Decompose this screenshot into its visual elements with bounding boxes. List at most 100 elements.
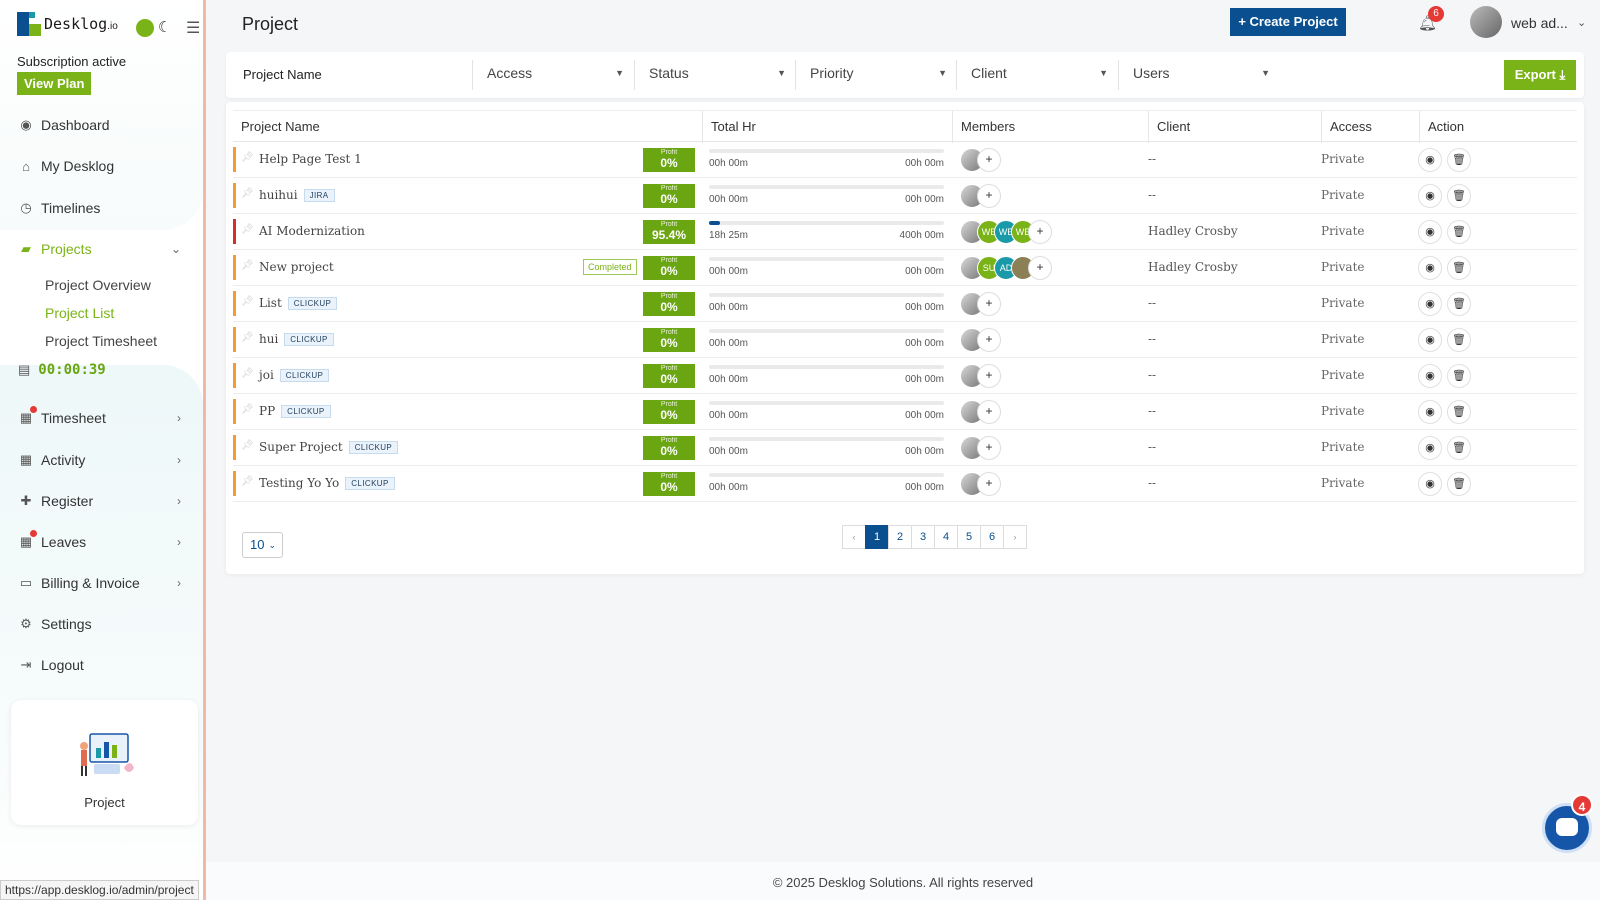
sidebar-subitem-project-overview[interactable]: Project Overview <box>45 277 151 293</box>
project-name[interactable]: joi CLICKUP <box>259 368 330 382</box>
pin-icon[interactable]: 📌︎ <box>241 260 254 271</box>
add-member-button[interactable]: + <box>977 364 1001 388</box>
project-name[interactable]: New project <box>259 260 334 274</box>
pin-icon[interactable]: 📌︎ <box>241 224 254 235</box>
create-project-button[interactable]: + Create Project <box>1230 8 1346 36</box>
sidebar-item-settings[interactable]: ⚙ Settings <box>0 612 203 636</box>
delete-button[interactable]: 🗑︎ <box>1447 256 1471 280</box>
table-row[interactable]: 📌︎ AI Modernization Profit 95.4% 18h 25m 400h… <box>233 214 1577 250</box>
delete-button[interactable]: 🗑︎ <box>1447 364 1471 388</box>
project-name-filter[interactable]: Project Name <box>243 67 322 82</box>
table-row[interactable]: 📌︎ Help Page Test 1 Profit 0% 00h 00m 00h 00m… <box>233 142 1577 178</box>
delete-button[interactable]: 🗑︎ <box>1447 328 1471 352</box>
table-row[interactable]: 📌︎ List CLICKUP Profit 0% 00h 00m 00h 00m + -- Pr… <box>233 286 1577 322</box>
sidebar-subitem-project-timesheet[interactable]: Project Timesheet <box>45 333 157 349</box>
status-filter[interactable]: Status ▼ <box>634 60 794 90</box>
sidebar-item-timelines[interactable]: ◷ Timelines <box>0 196 203 220</box>
view-button[interactable]: ◉ <box>1418 184 1442 208</box>
project-name[interactable]: Testing Yo Yo CLICKUP <box>259 476 395 490</box>
add-member-button[interactable]: + <box>977 400 1001 424</box>
project-name[interactable]: huihui JIRA <box>259 188 335 202</box>
view-button[interactable]: ◉ <box>1418 292 1442 316</box>
sidebar-item-timesheet[interactable]: ▦ Timesheet › <box>0 406 203 430</box>
table-row[interactable]: 📌︎ Testing Yo Yo CLICKUP Profit 0% 00h 00m 00h… <box>233 466 1577 502</box>
project-name[interactable]: hui CLICKUP <box>259 332 334 346</box>
page-3-button[interactable]: 3 <box>911 525 935 549</box>
pin-icon[interactable]: 📌︎ <box>241 152 254 163</box>
view-button[interactable]: ◉ <box>1418 436 1442 460</box>
page-4-button[interactable]: 4 <box>934 525 958 549</box>
pin-icon[interactable]: 📌︎ <box>241 188 254 199</box>
users-filter[interactable]: Users ▼ <box>1118 60 1278 90</box>
page-2-button[interactable]: 2 <box>888 525 912 549</box>
add-member-button[interactable]: + <box>977 436 1001 460</box>
table-row[interactable]: 📌︎ PP CLICKUP Profit 0% 00h 00m 00h 00m + -- Priv… <box>233 394 1577 430</box>
project-name[interactable]: AI Modernization <box>259 224 365 238</box>
running-timer[interactable]: ▤ 00:00:39 <box>0 360 203 380</box>
delete-button[interactable]: 🗑︎ <box>1447 148 1471 172</box>
add-member-button[interactable]: + <box>1028 220 1052 244</box>
avatar[interactable] <box>1470 6 1502 38</box>
chat-button[interactable]: 4 <box>1542 794 1593 853</box>
view-button[interactable]: ◉ <box>1418 220 1442 244</box>
prev-page-button[interactable]: ‹ <box>842 525 866 549</box>
pin-icon[interactable]: 📌︎ <box>241 476 254 487</box>
view-button[interactable]: ◉ <box>1418 256 1442 280</box>
delete-button[interactable]: 🗑︎ <box>1447 292 1471 316</box>
delete-button[interactable]: 🗑︎ <box>1447 184 1471 208</box>
table-row[interactable]: 📌︎ Super Project CLICKUP Profit 0% 00h 00m 00h… <box>233 430 1577 466</box>
chevron-down-icon[interactable]: ⌄ <box>1577 16 1586 29</box>
brand-logo[interactable]: Desklog.io <box>17 12 118 36</box>
per-page-select[interactable]: 10 ⌄ <box>242 532 283 558</box>
pin-icon[interactable]: 📌︎ <box>241 296 254 307</box>
sidebar-item-my-desklog[interactable]: ⌂ My Desklog <box>0 154 203 178</box>
project-name[interactable]: Super Project CLICKUP <box>259 440 399 454</box>
sidebar-subitem-project-list[interactable]: Project List <box>45 305 114 321</box>
delete-button[interactable]: 🗑︎ <box>1447 436 1471 460</box>
delete-button[interactable]: 🗑︎ <box>1447 220 1471 244</box>
project-name[interactable]: Help Page Test 1 <box>259 152 362 166</box>
access-filter[interactable]: Access ▼ <box>472 60 632 90</box>
next-page-button[interactable]: › <box>1003 525 1027 549</box>
view-button[interactable]: ◉ <box>1418 328 1442 352</box>
view-button[interactable]: ◉ <box>1418 364 1442 388</box>
view-button[interactable]: ◉ <box>1418 472 1442 496</box>
view-button[interactable]: ◉ <box>1418 400 1442 424</box>
pin-icon[interactable]: 📌︎ <box>241 332 254 343</box>
page-1-button[interactable]: 1 <box>865 525 889 549</box>
sidebar-item-projects[interactable]: ▰ Projects ⌄ <box>0 237 203 261</box>
pin-icon[interactable]: 📌︎ <box>241 440 254 451</box>
pin-icon[interactable]: 📌︎ <box>241 404 254 415</box>
priority-filter[interactable]: Priority ▼ <box>795 60 955 90</box>
add-member-button[interactable]: + <box>977 328 1001 352</box>
page-5-button[interactable]: 5 <box>957 525 981 549</box>
project-name[interactable]: List CLICKUP <box>259 296 338 310</box>
sidebar-item-logout[interactable]: ⇥ Logout <box>0 653 203 677</box>
sidebar-item-register[interactable]: ✚ Register › <box>0 489 203 513</box>
sidebar-item-billing-invoice[interactable]: ▭ Billing & Invoice › <box>0 571 203 595</box>
table-row[interactable]: 📌︎ hui CLICKUP Profit 0% 00h 00m 00h 00m + -- Pri… <box>233 322 1577 358</box>
sidebar-item-leaves[interactable]: ▦ Leaves › <box>0 530 203 554</box>
notifications-button[interactable]: 🔔︎ 6 <box>1418 6 1444 32</box>
table-row[interactable]: 📌︎ joi CLICKUP Profit 0% 00h 00m 00h 00m + -- Pri… <box>233 358 1577 394</box>
theme-toggle[interactable]: ☾ <box>136 19 176 37</box>
view-button[interactable]: ◉ <box>1418 148 1442 172</box>
user-name[interactable]: web ad... <box>1511 15 1568 31</box>
project-name[interactable]: PP CLICKUP <box>259 404 331 418</box>
delete-button[interactable]: 🗑︎ <box>1447 400 1471 424</box>
add-member-button[interactable]: + <box>1028 256 1052 280</box>
client-filter[interactable]: Client ▼ <box>956 60 1116 90</box>
collapse-menu-icon[interactable]: ☰ <box>186 18 200 38</box>
sidebar-item-activity[interactable]: ▦ Activity › <box>0 448 203 472</box>
table-row[interactable]: 📌︎ huihui JIRA Profit 0% 00h 00m 00h 00m + -- Pri… <box>233 178 1577 214</box>
add-member-button[interactable]: + <box>977 292 1001 316</box>
add-member-button[interactable]: + <box>977 184 1001 208</box>
page-6-button[interactable]: 6 <box>980 525 1004 549</box>
add-member-button[interactable]: + <box>977 472 1001 496</box>
sidebar-item-dashboard[interactable]: ◉ Dashboard <box>0 113 203 137</box>
view-plan-button[interactable]: View Plan <box>17 72 92 95</box>
add-member-button[interactable]: + <box>977 148 1001 172</box>
export-button[interactable]: Export ⤓ <box>1504 60 1576 90</box>
pin-icon[interactable]: 📌︎ <box>241 368 254 379</box>
table-row[interactable]: 📌︎ New project Completed Profit 0% 00h 00m 00h… <box>233 250 1577 286</box>
